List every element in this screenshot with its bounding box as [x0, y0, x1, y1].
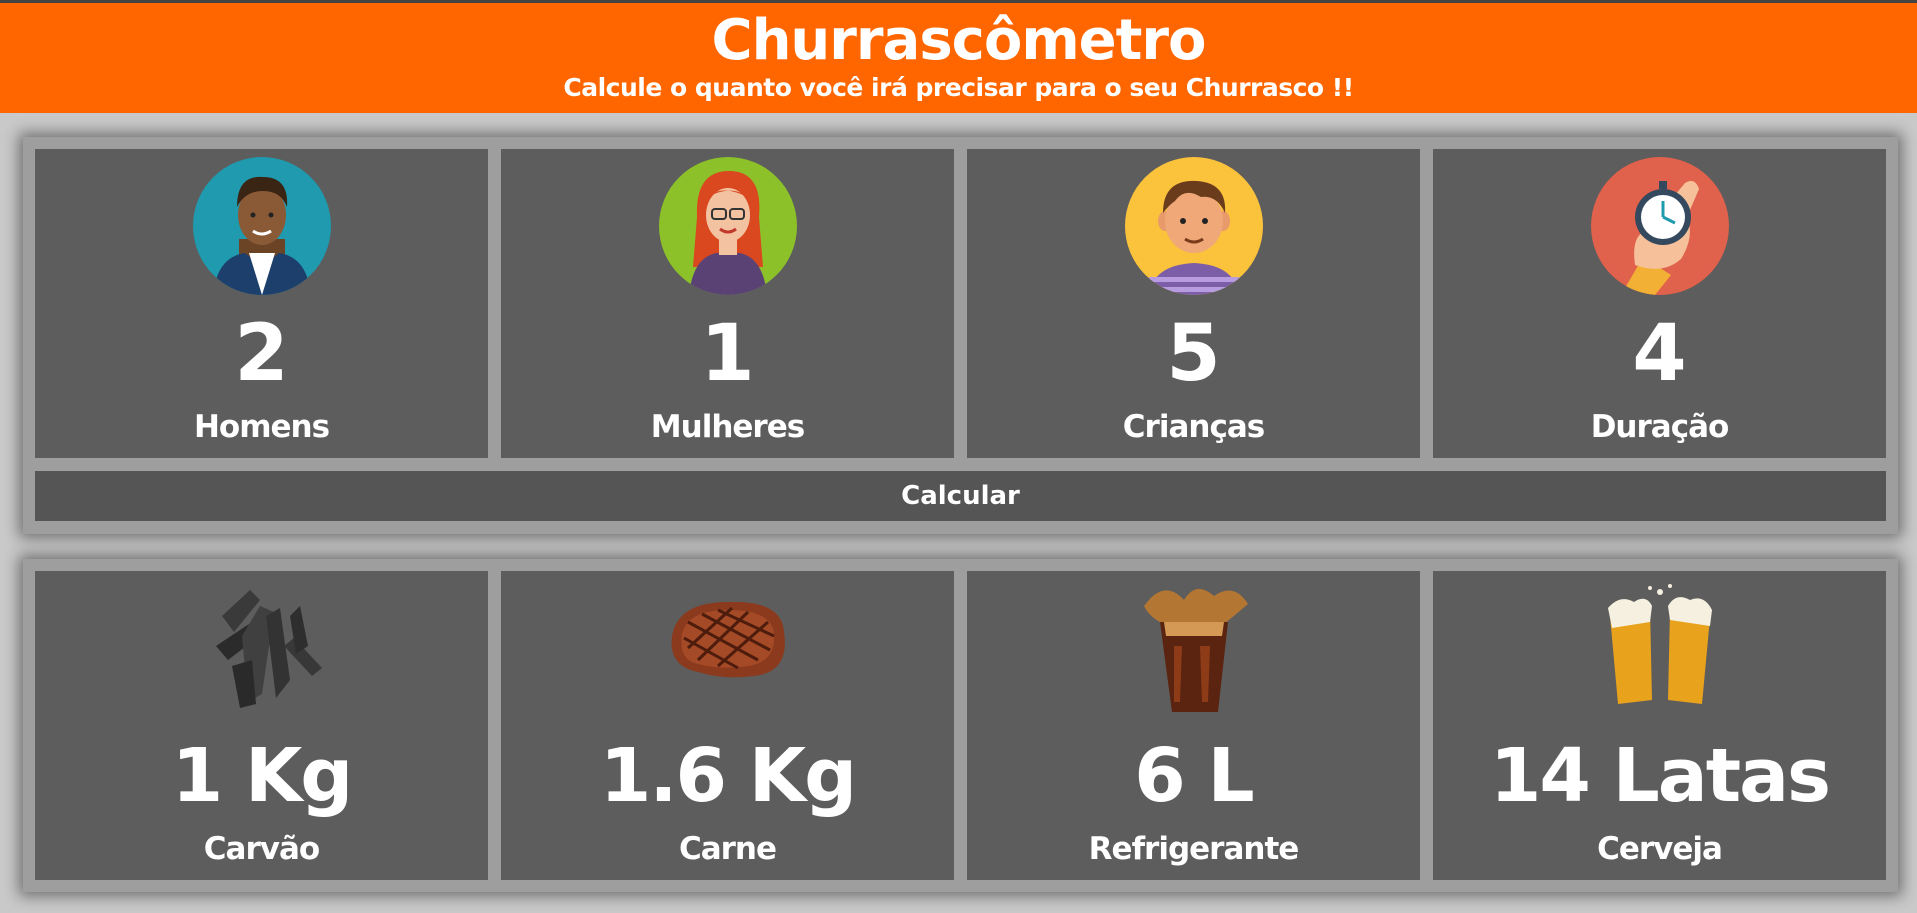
- duration-hours: 4: [1632, 309, 1687, 399]
- beer-label: Cerveja: [1597, 831, 1723, 867]
- soda-glass-icon: [1124, 576, 1264, 716]
- page-title: Churrascômetro: [711, 8, 1206, 73]
- result-card-charcoal: 1 Kg Carvão: [35, 571, 488, 880]
- charcoal-label: Carvão: [203, 831, 320, 867]
- men-label: Homens: [193, 409, 330, 445]
- input-card-men[interactable]: 2 Homens: [35, 149, 488, 458]
- result-card-beer: 14 Latas Cerveja: [1433, 571, 1886, 880]
- charcoal-amount: 1 Kg: [171, 733, 354, 819]
- children-label: Crianças: [1122, 409, 1265, 445]
- calculate-button[interactable]: Calcular: [35, 471, 1886, 521]
- inputs-panel: 2 Homens 1 Mulheres 5 Crianças 4 Duração…: [23, 137, 1898, 534]
- page-header: Churrascômetro Calcule o quanto você irá…: [0, 3, 1917, 113]
- result-card-soda: 6 L Refrigerante: [967, 571, 1420, 880]
- results-panel: 1 Kg Carvão 1.6 Kg Carne 6 L Refrigerant…: [23, 559, 1898, 892]
- duration-label: Duração: [1590, 409, 1730, 445]
- meat-amount: 1.6 Kg: [599, 733, 857, 819]
- soda-label: Refrigerante: [1088, 831, 1300, 867]
- children-count: 5: [1166, 309, 1221, 399]
- man-avatar-icon: [192, 157, 331, 295]
- steak-icon: [658, 576, 798, 716]
- input-card-women[interactable]: 1 Mulheres: [501, 149, 954, 458]
- child-avatar-icon: [1124, 157, 1263, 295]
- women-label: Mulheres: [650, 409, 805, 445]
- woman-avatar-icon: [658, 157, 797, 295]
- women-count: 1: [700, 309, 755, 399]
- beer-amount: 14 Latas: [1489, 733, 1831, 819]
- page-subtitle: Calcule o quanto você irá precisar para …: [563, 73, 1354, 102]
- meat-label: Carne: [678, 831, 777, 867]
- result-card-meat: 1.6 Kg Carne: [501, 571, 954, 880]
- beer-glasses-icon: [1590, 576, 1730, 716]
- stopwatch-icon: [1590, 157, 1729, 295]
- men-count: 2: [234, 309, 289, 399]
- input-card-duration[interactable]: 4 Duração: [1433, 149, 1886, 458]
- soda-amount: 6 L: [1134, 733, 1254, 819]
- charcoal-icon: [192, 576, 332, 716]
- input-card-children[interactable]: 5 Crianças: [967, 149, 1420, 458]
